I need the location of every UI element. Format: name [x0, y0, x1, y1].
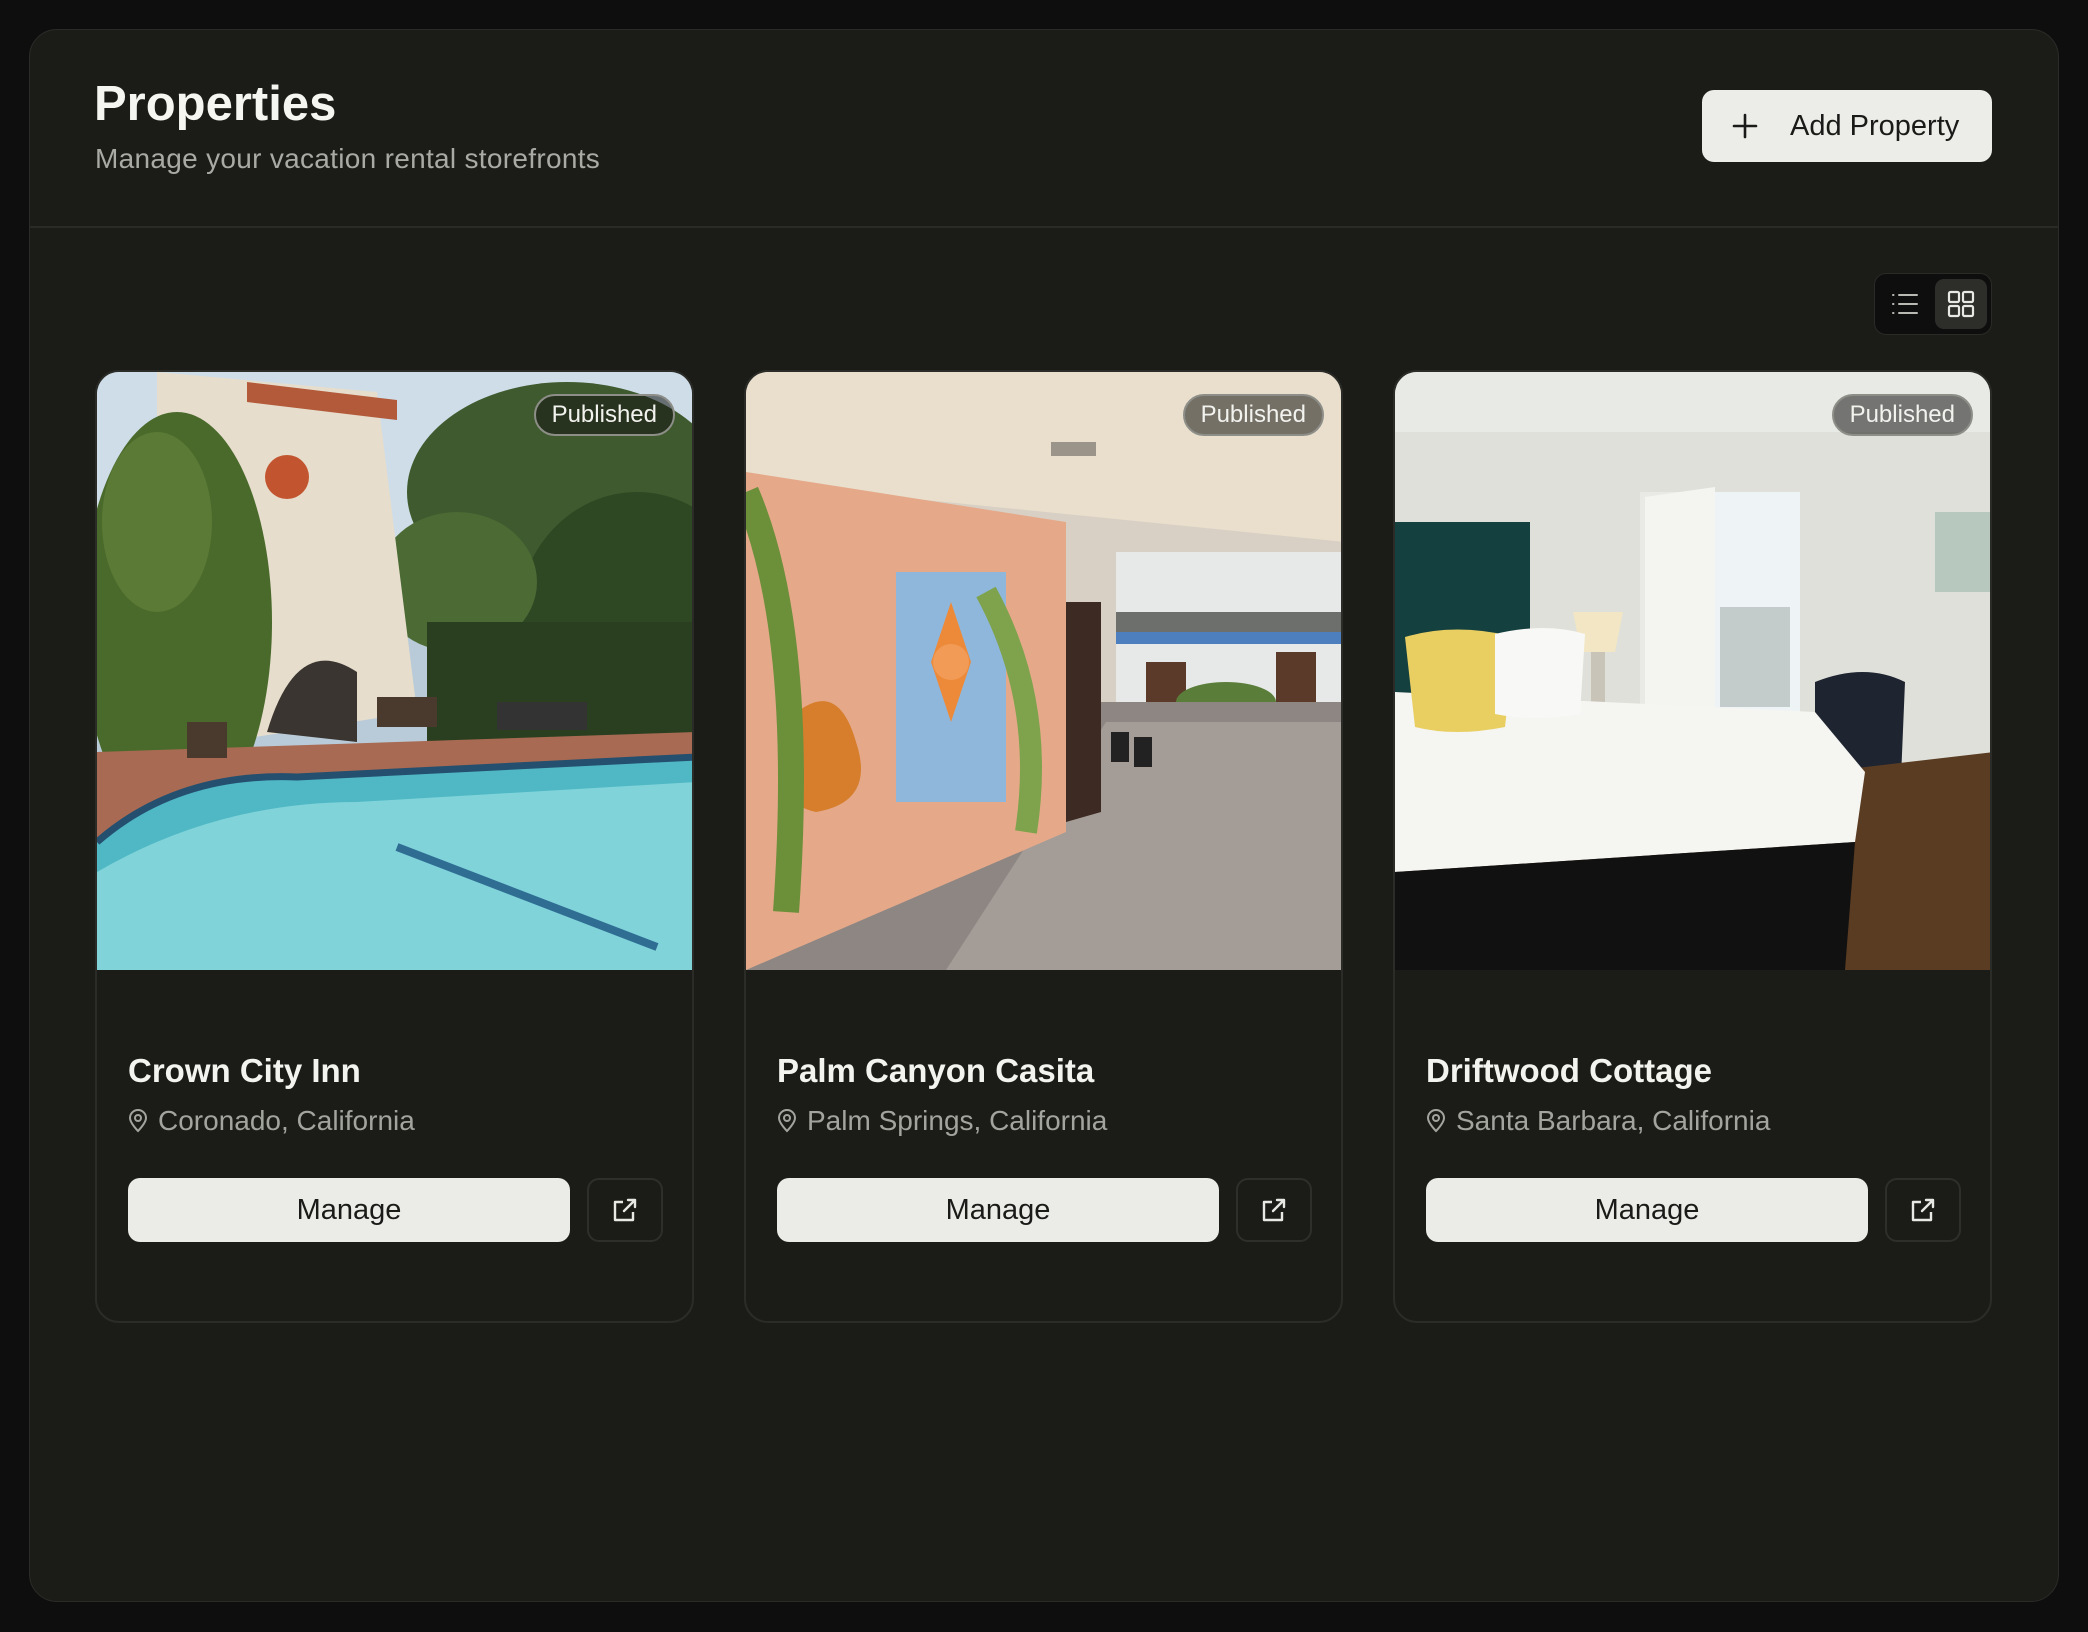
grid-view-button[interactable]: [1935, 279, 1987, 329]
page-subtitle: Manage your vacation rental storefronts: [95, 143, 601, 174]
plus-icon: [1732, 113, 1758, 139]
property-card: Published Palm Canyon Casita Palm Spring…: [744, 370, 1343, 1323]
property-name: Palm Canyon Casita: [777, 1052, 1095, 1089]
status-badge: Published: [1182, 394, 1324, 436]
status-badge: Published: [1831, 394, 1973, 436]
status-badge: Published: [533, 394, 675, 436]
grid-view-icon: [1947, 290, 1975, 318]
map-pin-icon: [1426, 1109, 1446, 1133]
manage-button[interactable]: Manage: [777, 1178, 1219, 1242]
property-location-text: Coronado, California: [158, 1105, 415, 1136]
add-property-label: Add Property: [1790, 109, 1960, 142]
property-grid: Published Crown City Inn Coronado, Calif…: [95, 370, 1992, 1323]
property-location: Coronado, California: [128, 1105, 415, 1137]
manage-button[interactable]: Manage: [1426, 1178, 1868, 1242]
open-storefront-button[interactable]: [1236, 1178, 1312, 1242]
map-pin-icon: [777, 1109, 797, 1133]
add-property-button[interactable]: Add Property: [1702, 90, 1992, 162]
property-photo: Published: [746, 372, 1341, 970]
list-view-icon: [1892, 294, 1918, 314]
external-link-icon: [1911, 1198, 1935, 1222]
property-location-text: Santa Barbara, California: [1456, 1105, 1771, 1136]
property-location-text: Palm Springs, California: [807, 1105, 1108, 1136]
map-pin-icon: [128, 1109, 148, 1133]
open-storefront-button[interactable]: [587, 1178, 663, 1242]
properties-panel: Properties Manage your vacation rental s…: [29, 29, 2059, 1602]
external-link-icon: [1262, 1198, 1286, 1222]
view-toggle: [1874, 273, 1992, 335]
page-title: Properties: [94, 77, 337, 131]
manage-button[interactable]: Manage: [128, 1178, 570, 1242]
external-link-icon: [613, 1198, 637, 1222]
property-location: Santa Barbara, California: [1426, 1105, 1770, 1137]
property-location: Palm Springs, California: [777, 1105, 1107, 1137]
property-card: Published Driftwood Cottage Santa Barbar…: [1393, 370, 1992, 1323]
property-photo: Published: [97, 372, 692, 970]
open-storefront-button[interactable]: [1885, 1178, 1961, 1242]
property-card: Published Crown City Inn Coronado, Calif…: [95, 370, 694, 1323]
list-view-button[interactable]: [1879, 279, 1931, 329]
property-name: Driftwood Cottage: [1426, 1052, 1712, 1089]
property-photo: Published: [1395, 372, 1990, 970]
property-name: Crown City Inn: [128, 1052, 361, 1089]
page-header: Properties Manage your vacation rental s…: [30, 30, 2058, 228]
